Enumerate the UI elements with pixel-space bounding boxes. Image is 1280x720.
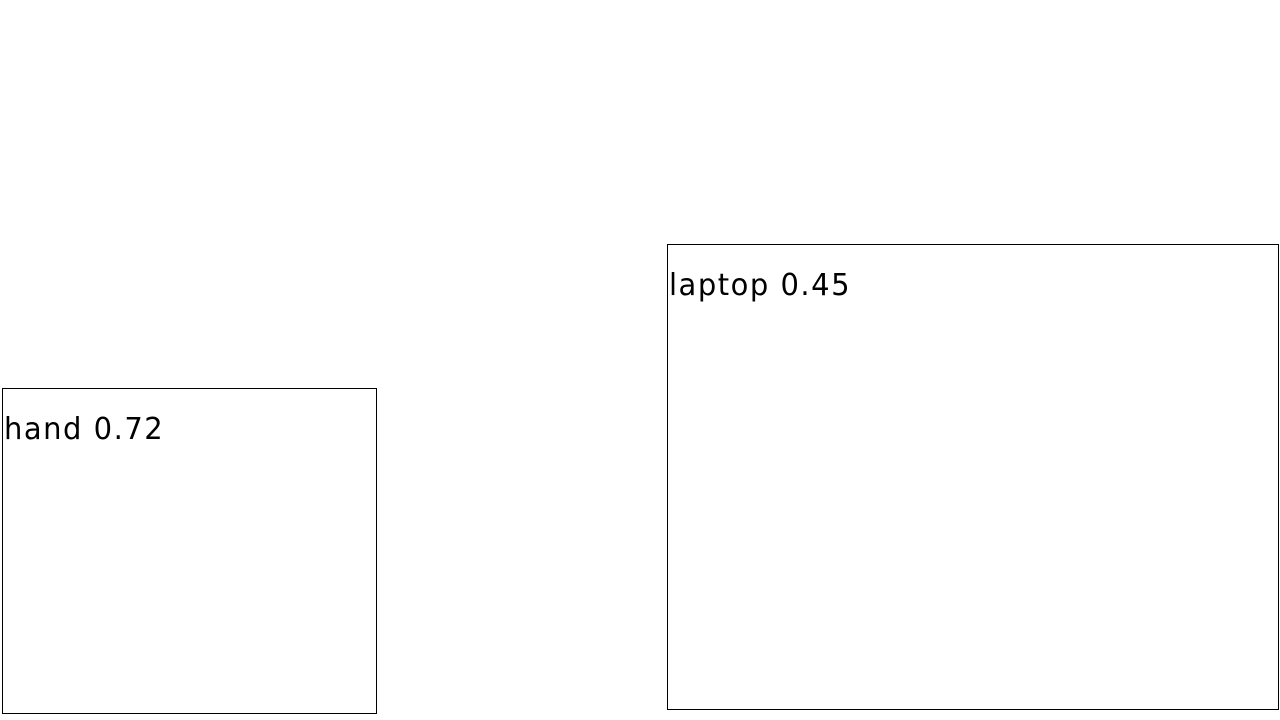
detection-label-hand: hand 0.72 bbox=[4, 410, 165, 447]
detection-canvas: hand 0.72 laptop 0.45 bbox=[0, 0, 1280, 720]
bounding-box-laptop: laptop 0.45 bbox=[667, 244, 1279, 710]
detection-label-laptop: laptop 0.45 bbox=[669, 266, 852, 303]
bounding-box-hand: hand 0.72 bbox=[2, 388, 377, 714]
